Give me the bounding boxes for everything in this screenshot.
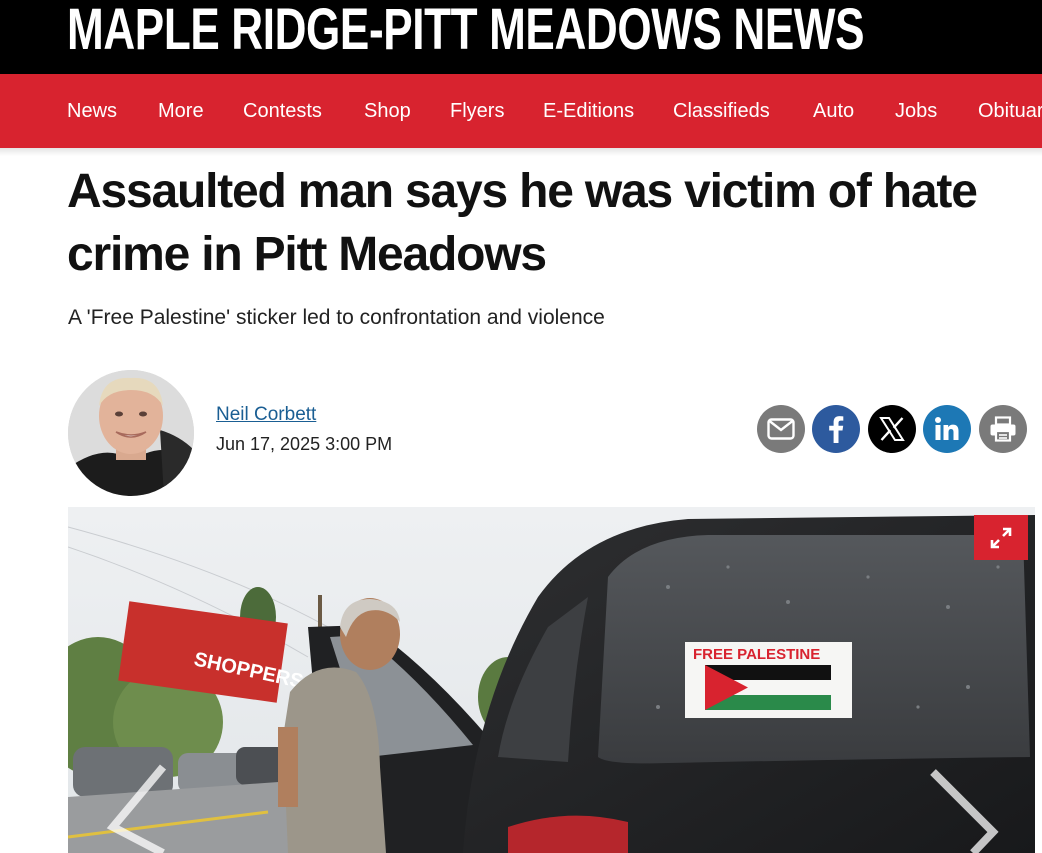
nav-item-auto[interactable]: Auto — [813, 74, 854, 148]
share-facebook-button[interactable] — [812, 405, 860, 453]
nav-item-shop[interactable]: Shop — [364, 74, 411, 148]
expand-icon — [990, 527, 1012, 548]
facebook-icon — [829, 416, 844, 443]
nav-item-classifieds[interactable]: Classifieds — [673, 74, 770, 148]
nav-item-contests[interactable]: Contests — [243, 74, 322, 148]
article-photo[interactable]: SHOPPERS FREE PALESTINE — [68, 507, 1035, 853]
share-x-button[interactable] — [868, 405, 916, 453]
nav-item-flyers[interactable]: Flyers — [450, 74, 504, 148]
nav-item-jobs[interactable]: Jobs — [895, 74, 937, 148]
print-icon — [990, 416, 1016, 442]
author-avatar[interactable] — [68, 370, 194, 496]
share-linkedin-button[interactable] — [923, 405, 971, 453]
site-logo[interactable]: MAPLE RIDGE-PITT MEADOWS NEWS — [67, 0, 864, 62]
publish-date: Jun 17, 2025 3:00 PM — [216, 434, 393, 454]
nav-item-news[interactable]: News — [67, 74, 117, 148]
linkedin-icon — [935, 417, 959, 440]
nav-item-obituaries[interactable]: Obituaries — [978, 74, 1042, 148]
sticker-text: FREE PALESTINE — [693, 646, 820, 663]
share-print-button[interactable] — [979, 405, 1027, 453]
nav-shadow — [0, 148, 1042, 156]
expand-photo-button[interactable] — [974, 515, 1028, 560]
masthead: MAPLE RIDGE-PITT MEADOWS NEWS — [0, 0, 1042, 74]
nav-item-more[interactable]: More — [158, 74, 204, 148]
share-email-button[interactable] — [757, 405, 805, 453]
main-nav: News More Contests Shop Flyers E-Edition… — [0, 74, 1042, 148]
author-link[interactable]: Neil Corbett — [216, 404, 316, 426]
article-subhead: A 'Free Palestine' sticker led to confro… — [68, 306, 605, 329]
nav-item-e-editions[interactable]: E-Editions — [543, 74, 634, 148]
article-headline: Assaulted man says he was victim of hate… — [67, 165, 978, 281]
email-icon — [767, 418, 795, 440]
x-icon — [879, 417, 905, 441]
